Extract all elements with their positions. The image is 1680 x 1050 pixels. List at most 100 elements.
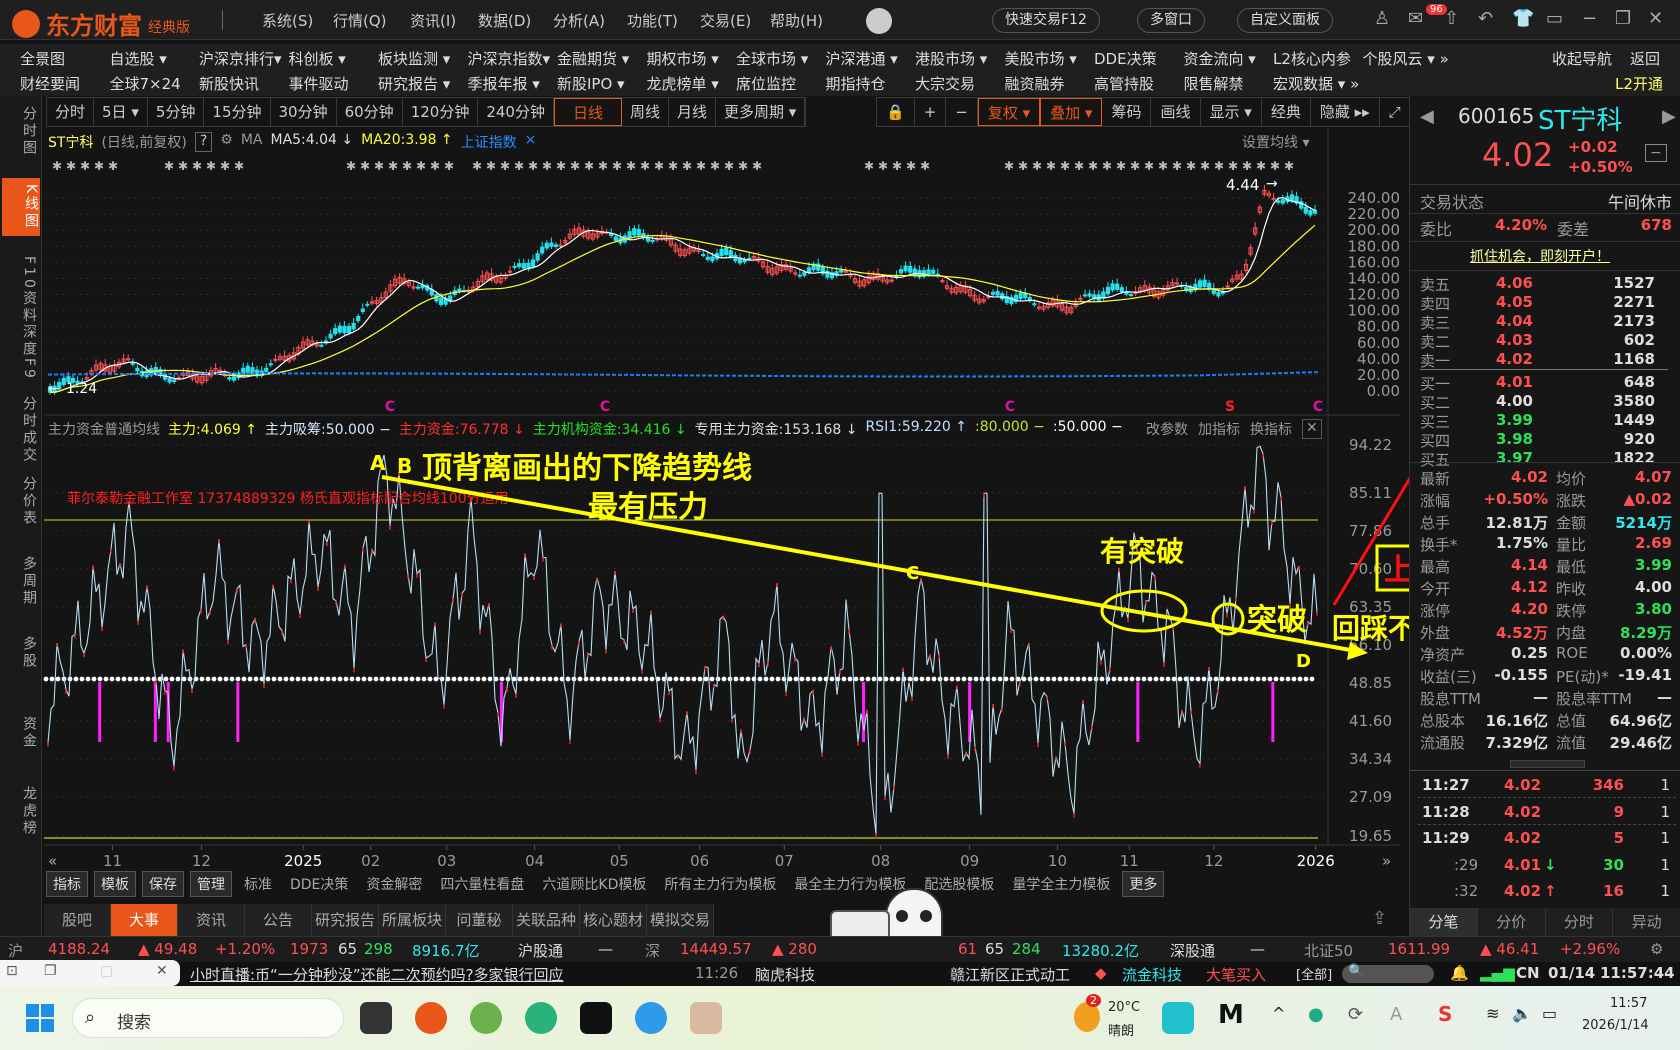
trade-detail-tab[interactable]: 分价: [1478, 908, 1546, 936]
orderbook-row[interactable]: 买四 3.98 920: [1418, 430, 1673, 450]
open-account-link[interactable]: 抓住机会，即刻开户！: [1470, 246, 1610, 266]
hgt-label[interactable]: 沪股通: [518, 940, 563, 961]
sh-index[interactable]: 4188.24: [48, 940, 110, 958]
collapse-stats-handle[interactable]: [1510, 760, 1585, 768]
browser-app-icon[interactable]: [470, 1002, 502, 1034]
orderbook-row[interactable]: 卖三 4.04 2173: [1418, 312, 1673, 332]
bottom-tab[interactable]: 公告: [245, 904, 312, 936]
bottom-tab[interactable]: 所属板块: [379, 904, 446, 936]
template-item[interactable]: DDE决策: [290, 874, 348, 894]
expand-panel-icon[interactable]: ⇪: [1372, 908, 1387, 929]
skin-icon[interactable]: 👕: [1512, 8, 1534, 29]
clock-date[interactable]: 2026/1/14: [1582, 1018, 1649, 1033]
template-item[interactable]: 四六量柱看盘: [440, 874, 524, 894]
alert-stock[interactable]: 流金科技: [1122, 964, 1182, 985]
bottom-tab[interactable]: 问董秘: [446, 904, 513, 936]
add-indicator-button[interactable]: 加指标: [1198, 419, 1240, 439]
news-item[interactable]: 小时直播:币“一分钟秒没”还能二次预约吗?多家银行回应: [190, 964, 564, 985]
battery-icon[interactable]: ▭: [1542, 1004, 1557, 1023]
tray-expand-icon[interactable]: ^: [1272, 1004, 1285, 1023]
search-box[interactable]: 🔍: [1342, 964, 1434, 983]
template-item[interactable]: 六道顾比KD模板: [542, 874, 646, 894]
bottom-tab[interactable]: 研究报告: [312, 904, 379, 936]
sz-index[interactable]: 14449.57: [680, 940, 752, 958]
windows-start-icon[interactable]: [26, 1004, 54, 1032]
minimize-icon[interactable]: −: [1582, 8, 1597, 29]
upload-icon[interactable]: ⇧: [1444, 8, 1459, 29]
more-templates-button[interactable]: 更多: [1122, 871, 1165, 897]
maximize-icon[interactable]: ❐: [1615, 8, 1631, 29]
back-button[interactable]: 返回: [1630, 48, 1660, 69]
paint-app-icon[interactable]: [690, 1002, 722, 1034]
bell-icon[interactable]: 🔔: [1450, 964, 1469, 982]
chart-area[interactable]: ✱ ✱ ✱ ✱ ✱ ✱ ✱ ✱ ✱ ✱ ✱ ✱ ✱ ✱ ✱ ✱ ✱ ✱ ✱ ✱ ✱ ✱ ✱ ✱ ✱ ✱ ✱ ✱ ✱ ✱ ✱ ✱ ✱ ✱ ✱ ✱ ✱ ✱ ✱ ✱…: [0, 0, 1409, 936]
bottom-tab[interactable]: 模拟交易: [647, 904, 714, 936]
collapse-nav-button[interactable]: 收起导航: [1552, 48, 1612, 69]
app-icon[interactable]: [525, 1002, 557, 1034]
tiktok-icon[interactable]: [580, 1002, 612, 1034]
orderbook-row[interactable]: 卖五 4.06 1527: [1418, 274, 1673, 294]
stat-label: 今开: [1420, 580, 1451, 598]
orderbook-row[interactable]: 卖一 4.02 1168: [1418, 350, 1673, 370]
orderbook-row[interactable]: 卖四 4.05 2271: [1418, 293, 1673, 313]
orderbook-row[interactable]: 买二 4.00 3580: [1418, 392, 1673, 412]
taskbar-search[interactable]: ⌕ 搜索: [72, 998, 344, 1038]
trade-detail-tab[interactable]: 分笔: [1410, 908, 1478, 936]
clock-time[interactable]: 11:57: [1610, 996, 1647, 1011]
bottom-tab[interactable]: 股吧: [44, 904, 111, 936]
gmi-app-icon[interactable]: [635, 1002, 667, 1034]
orderbook-row[interactable]: 买五 3.97 1822: [1418, 449, 1673, 469]
next-stock-icon[interactable]: ▶: [1662, 106, 1676, 127]
trade-detail-tab[interactable]: 分时: [1546, 908, 1614, 936]
trade-detail-tab[interactable]: 异动: [1613, 908, 1680, 936]
bj-index[interactable]: 1611.99: [1388, 940, 1450, 958]
candle: [889, 279, 894, 282]
orderbook-row[interactable]: 买一 4.01 648: [1418, 373, 1673, 393]
bottom-tab[interactable]: 资讯: [178, 904, 245, 936]
task-view-icon[interactable]: [360, 1002, 392, 1034]
orderbook-row[interactable]: 买三 3.99 1449: [1418, 411, 1673, 431]
template-button[interactable]: 模板: [94, 871, 136, 897]
k-app-icon[interactable]: [1162, 1002, 1194, 1034]
template-item[interactable]: 所有主力行为模板: [664, 874, 776, 894]
close-icon[interactable]: ✕: [156, 963, 168, 979]
template-item[interactable]: 标准: [244, 874, 272, 894]
pin-icon[interactable]: ⊡: [6, 963, 18, 979]
l2-open-link[interactable]: L2开通: [1615, 73, 1663, 94]
template-button[interactable]: 指标: [46, 871, 88, 897]
undo-icon[interactable]: ↶: [1478, 8, 1493, 29]
template-item[interactable]: 资金解密: [366, 874, 422, 894]
bottom-tab[interactable]: 大事: [111, 904, 178, 936]
news-item[interactable]: 赣江新区正式动工: [950, 964, 1070, 985]
orderbook-row[interactable]: 卖二 4.03 602: [1418, 331, 1673, 351]
sogou-icon[interactable]: S: [1438, 1002, 1452, 1026]
all-alerts-link[interactable]: [全部]: [1296, 964, 1332, 983]
sync-icon[interactable]: ⟳: [1348, 1004, 1363, 1025]
edit-params-button[interactable]: 改参数: [1146, 419, 1188, 439]
template-button[interactable]: 管理: [190, 871, 232, 897]
collapse-icon[interactable]: −: [1645, 144, 1667, 162]
template-item[interactable]: 量学全主力模板: [1012, 874, 1110, 894]
maximize-icon[interactable]: ▢: [100, 963, 113, 979]
settings-icon[interactable]: ⚙: [1650, 940, 1663, 958]
prev-stock-icon[interactable]: ◀: [1420, 106, 1434, 127]
news-item[interactable]: 脑虎科技: [755, 964, 815, 985]
wifi-icon[interactable]: ≋: [1486, 1004, 1499, 1023]
sgt-label[interactable]: 深股通: [1170, 940, 1215, 961]
close-indicator-icon[interactable]: ✕: [1302, 419, 1322, 439]
m-app-icon[interactable]: M: [1218, 1000, 1244, 1030]
switch-indicator-button[interactable]: 换指标: [1250, 419, 1292, 439]
eastmoney-app-icon[interactable]: [415, 1002, 447, 1034]
copy-icon[interactable]: ❐: [44, 963, 57, 979]
mail-icon[interactable]: ✉: [1408, 8, 1423, 29]
close-icon[interactable]: ✕: [1648, 8, 1663, 29]
point-a-label: A: [370, 451, 386, 475]
volume-icon[interactable]: 🔈: [1512, 1004, 1532, 1023]
indicator-name[interactable]: 主力资金普通均线: [48, 419, 160, 439]
template-button[interactable]: 保存: [142, 871, 184, 897]
tray-app-icon[interactable]: ●: [1308, 1004, 1324, 1025]
restore-small-icon[interactable]: ▭: [1546, 8, 1563, 29]
bottom-tab[interactable]: 关联品种: [513, 904, 580, 936]
tray-icon[interactable]: A: [1390, 1004, 1402, 1025]
bottom-tab[interactable]: 核心题材: [580, 904, 647, 936]
